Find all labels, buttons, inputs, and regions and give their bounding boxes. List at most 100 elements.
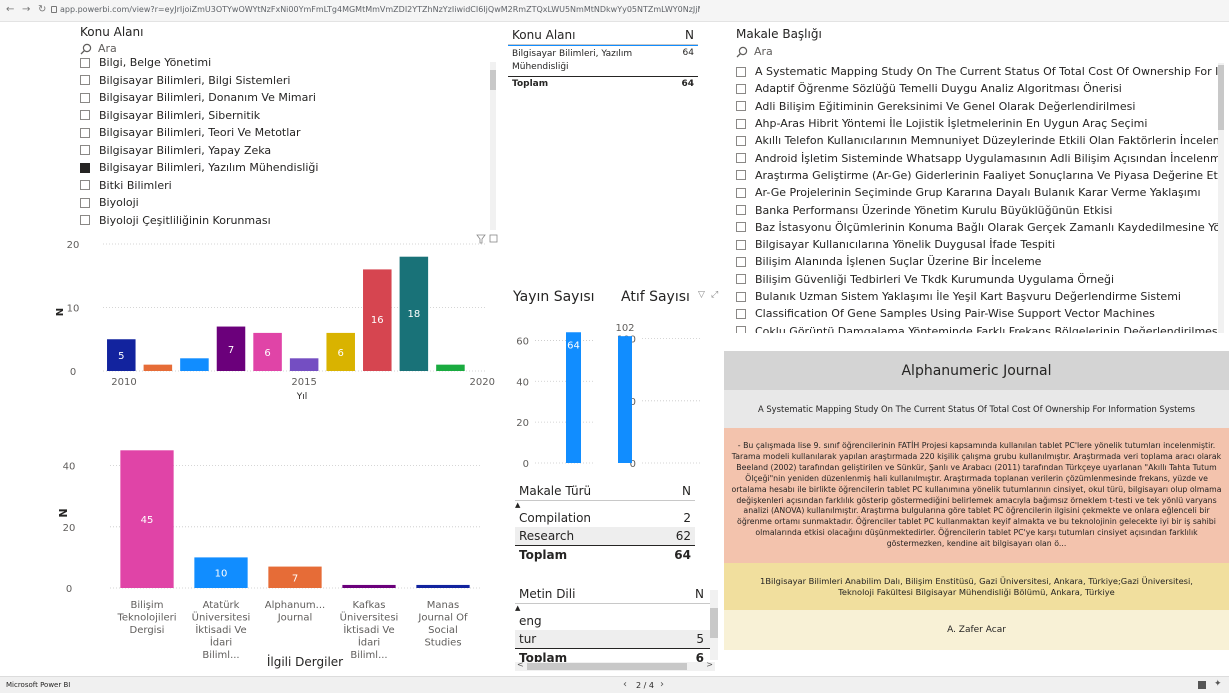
y-tick-label: 40	[63, 462, 76, 473]
konu-slicer-item[interactable]: Bilgisayar Bilimleri, Teori Ve Metotlar	[80, 124, 490, 142]
konu-slicer-item[interactable]: Bilgi, Belge Yönetimi	[80, 54, 490, 72]
checkbox[interactable]	[736, 205, 746, 216]
checkbox[interactable]	[736, 326, 746, 333]
konu-slicer-item[interactable]: Bilgisayar Bilimleri, Sibernitik	[80, 107, 490, 125]
checkbox[interactable]	[736, 118, 746, 129]
checkbox[interactable]	[736, 101, 746, 112]
konu-slicer-item[interactable]: Bilgisayar Bilimleri, Yazılım Mühendisli…	[80, 159, 490, 177]
checkbox[interactable]	[736, 187, 746, 198]
checkbox[interactable]	[736, 66, 746, 77]
makale-slicer-item[interactable]: Adaptif Öğrenme Sözlüğü Temelli Duygu An…	[736, 80, 1218, 97]
filter-icon[interactable]: ▽	[698, 290, 705, 300]
makale-slicer-item[interactable]: Classification Of Gene Samples Using Pai…	[736, 305, 1218, 322]
metin-dili-scrollbar[interactable]	[710, 590, 718, 660]
bar-2019[interactable]	[436, 364, 465, 371]
address-bar[interactable]: app.powerbi.com/view?r=eyJrIjoiZmU3OTYwO…	[60, 5, 700, 14]
forward-icon[interactable]: →	[22, 4, 30, 15]
powerbi-brand-link[interactable]: Microsoft Power BI	[6, 681, 70, 689]
makale-search[interactable]: Ara	[736, 45, 773, 58]
y-tick-label: 0	[70, 367, 76, 378]
article-affiliation: 1Bilgisayar Bilimleri Anabilim Dalı, Bil…	[724, 563, 1229, 610]
makale-slicer-item[interactable]: Bulanık Uzman Sistem Yaklaşımı İle Yeşil…	[736, 288, 1218, 305]
makale-slicer-item[interactable]: Android İşletim Sisteminde Whatsapp Uygu…	[736, 149, 1218, 166]
twitter-icon[interactable]: ✦	[1214, 679, 1222, 689]
konu-slicer-item[interactable]: Biyoloji Çeşitliliğinin Korunması	[80, 212, 490, 228]
makale-slicer-item[interactable]: Araştırma Geliştirme (Ar-Ge) Giderlerini…	[736, 167, 1218, 184]
makale-slicer-item[interactable]: Adli Bilişim Eğitiminin Gereksinimi Ve G…	[736, 98, 1218, 115]
metin-dili-n-header[interactable]: N	[666, 585, 710, 604]
metin-dili-header[interactable]: Metin Dili	[515, 585, 666, 604]
konu-table-n-header[interactable]: N	[658, 26, 698, 45]
konu-slicer-item[interactable]: Biyoloji	[80, 194, 490, 212]
makale-slicer-item[interactable]: Bilişim Alanında İşlenen Suçlar Üzerine …	[736, 253, 1218, 270]
checkbox[interactable]	[80, 215, 90, 226]
bar-2011[interactable]	[143, 364, 173, 371]
reload-icon[interactable]: ↻	[38, 4, 46, 15]
makale-slicer-item[interactable]: Bilişim Güvenliği Tedbirleri Ve Tkdk Kur…	[736, 271, 1218, 288]
makale-slicer-item[interactable]: Baz İstasyonu Ölçümlerinin Konuma Bağlı …	[736, 219, 1218, 236]
focus-mode-icon[interactable]: ⤢	[711, 290, 718, 300]
konu-scrollbar[interactable]	[490, 62, 496, 230]
bar-journal[interactable]	[416, 584, 470, 588]
metin-dili-scroll-thumb[interactable]	[710, 608, 718, 638]
checkbox[interactable]	[80, 180, 90, 191]
bar-2015[interactable]	[289, 358, 319, 371]
bar-2012[interactable]	[180, 358, 209, 371]
y-tick-label: 10	[67, 304, 80, 315]
makale-slicer-item[interactable]: Banka Performansı Üzerinde Yönetim Kurul…	[736, 201, 1218, 218]
x-tick-label: 2015	[291, 377, 316, 388]
checkbox[interactable]	[80, 197, 90, 208]
makale-slicer-item[interactable]: Akıllı Telefon Kullanıcılarının Memnuniy…	[736, 132, 1218, 149]
bar-journal[interactable]	[342, 584, 396, 588]
scroll-left-icon[interactable]: <	[517, 660, 524, 669]
checkbox[interactable]	[736, 135, 746, 146]
checkbox[interactable]	[736, 239, 746, 250]
konu-table-header[interactable]: Konu Alanı	[508, 26, 658, 45]
filter-icon[interactable]	[476, 234, 486, 244]
checkbox[interactable]	[80, 110, 90, 121]
makale-scrollbar[interactable]	[1218, 63, 1224, 333]
checkbox[interactable]	[80, 57, 90, 68]
makale-slicer-item[interactable]: Coklu Görüntü Damgalama Yönteminde Farkl…	[736, 322, 1218, 333]
data-label: 10	[215, 569, 228, 580]
checkbox[interactable]	[736, 291, 746, 302]
sort-ascending-icon[interactable]: ▲	[515, 604, 710, 613]
checkbox[interactable]	[736, 308, 746, 319]
konu-slicer-item-label: Biyoloji Çeşitliliğinin Korunması	[99, 213, 271, 227]
metin-dili-hscrollbar[interactable]: < >	[515, 660, 715, 671]
checkbox[interactable]	[80, 92, 90, 103]
makale-search-input[interactable]: Ara	[754, 45, 773, 58]
makale-slicer-item[interactable]: Bilgisayar Kullanıcılarına Yönelik Duygu…	[736, 236, 1218, 253]
focus-mode-icon[interactable]	[489, 234, 498, 243]
konu-slicer-item-label: Bilgi, Belge Yönetimi	[99, 56, 212, 70]
next-page-icon[interactable]: ›	[660, 679, 664, 690]
makale-slicer-item[interactable]: Ar-Ge Projelerinin Seçiminde Grup Kararı…	[736, 184, 1218, 201]
share-icon[interactable]	[1198, 681, 1206, 689]
checkbox[interactable]	[736, 153, 746, 164]
checkbox[interactable]	[80, 127, 90, 138]
checkbox[interactable]	[736, 222, 746, 233]
konu-slicer-item[interactable]: Bilgisayar Bilimleri, Bilgi Sistemleri	[80, 72, 490, 90]
makale-scroll-thumb[interactable]	[1218, 65, 1224, 130]
prev-page-icon[interactable]: ‹	[623, 679, 627, 690]
konu-scroll-thumb[interactable]	[490, 70, 496, 90]
konu-slicer-item[interactable]: Bitki Bilimleri	[80, 177, 490, 195]
scroll-right-icon[interactable]: >	[706, 660, 713, 669]
makale-slicer-item[interactable]: A Systematic Mapping Study On The Curren…	[736, 63, 1218, 80]
makale-turu-n-header[interactable]: N	[653, 482, 695, 501]
back-icon[interactable]: ←	[6, 4, 14, 15]
bar-value[interactable]	[566, 332, 581, 463]
checkbox[interactable]	[736, 83, 746, 94]
konu-slicer-item[interactable]: Bilgisayar Bilimleri, Donanım Ve Mimari	[80, 89, 490, 107]
makale-slicer-item[interactable]: Ahp-Aras Hibrit Yöntemi İle Lojistik İşl…	[736, 115, 1218, 132]
checkbox[interactable]	[736, 256, 746, 267]
sort-ascending-icon[interactable]: ▲	[515, 501, 695, 510]
checkbox[interactable]	[80, 75, 90, 86]
makale-turu-header[interactable]: Makale Türü	[515, 482, 653, 501]
bar-value[interactable]	[618, 336, 632, 463]
checkbox[interactable]	[736, 274, 746, 285]
checkbox[interactable]	[80, 162, 90, 173]
checkbox[interactable]	[736, 170, 746, 181]
konu-slicer-item[interactable]: Bilgisayar Bilimleri, Yapay Zeka	[80, 142, 490, 160]
checkbox[interactable]	[80, 145, 90, 156]
